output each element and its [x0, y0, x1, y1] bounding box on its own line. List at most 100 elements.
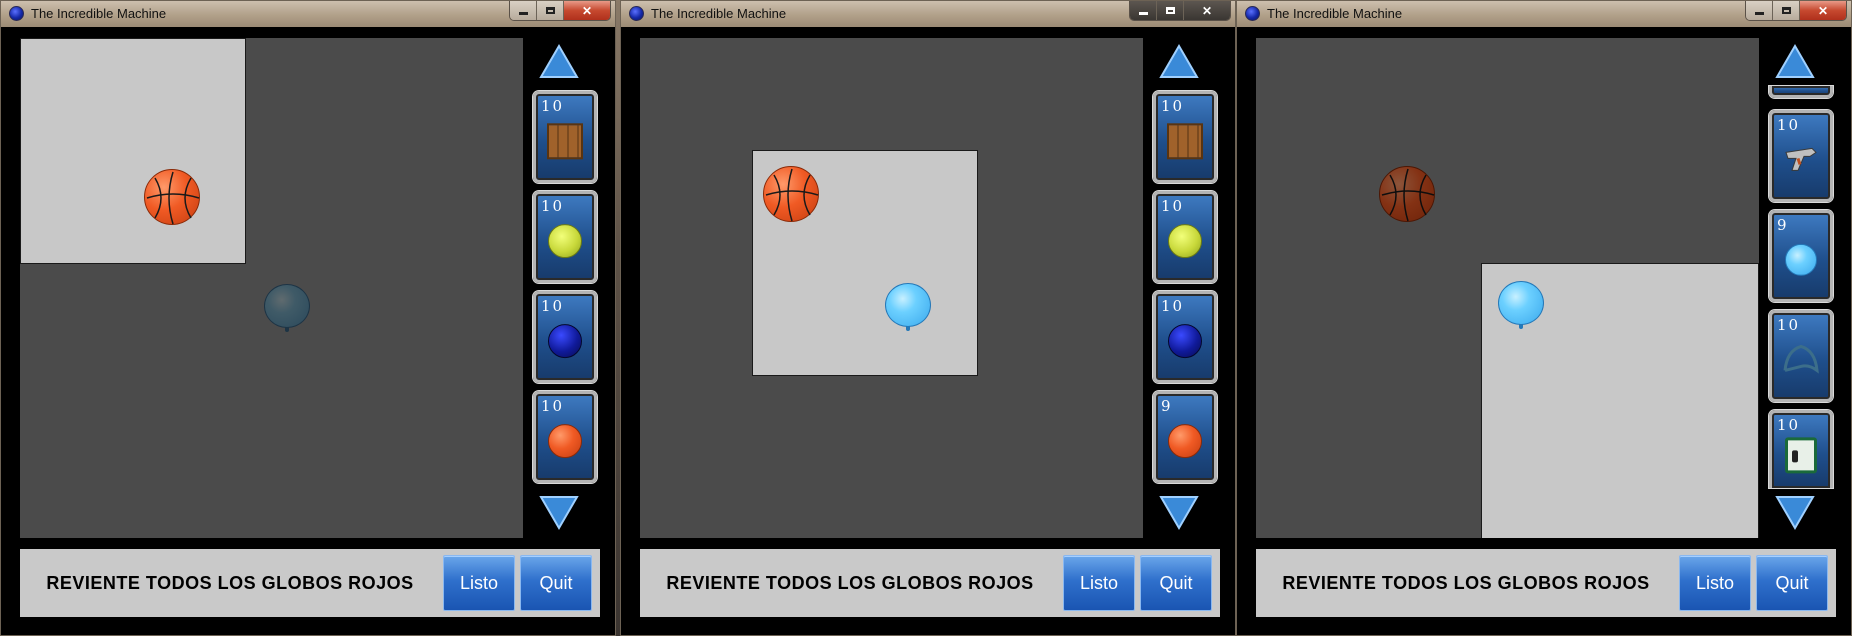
palette-slot[interactable]: 10	[1153, 291, 1217, 383]
palette-slot[interactable]: 10	[1153, 91, 1217, 183]
tennis-ball-icon	[548, 224, 582, 259]
close-icon: ✕	[1817, 3, 1829, 18]
game-window-3: The Incredible Machine ✕ 10 9 10 10 REVI…	[1236, 0, 1852, 636]
palette-slot[interactable]: 10	[1769, 410, 1833, 488]
maximize-button[interactable]	[537, 1, 564, 20]
palette-slot[interactable]: 10	[1769, 110, 1833, 202]
game-window-1: The Incredible Machine ✕ 10 10 10 10 REV…	[0, 0, 616, 636]
maximize-icon	[545, 7, 555, 14]
palette-slot[interactable]: 10	[1769, 310, 1833, 402]
basketball-lines	[146, 171, 200, 225]
listo-button[interactable]: Listo	[1063, 555, 1135, 611]
scroll-up-button[interactable]	[1159, 43, 1199, 81]
play-area[interactable]	[640, 38, 1143, 538]
goal-text: REVIENTE TODOS LOS GLOBOS ROJOS	[46, 573, 414, 593]
close-icon: ✕	[581, 3, 593, 18]
palette-slot[interactable]: 9	[1769, 210, 1833, 302]
scroll-up-button[interactable]	[539, 43, 579, 81]
balloon-knot	[285, 327, 289, 332]
maximize-button[interactable]	[1157, 1, 1184, 20]
bottom-bar: REVIENTE TODOS LOS GLOBOS ROJOS Listo Qu…	[20, 549, 600, 617]
window-title: The Incredible Machine	[31, 6, 167, 21]
palette-slot-partial[interactable]	[1769, 86, 1833, 98]
maximize-button[interactable]	[1773, 1, 1800, 20]
balloon[interactable]	[1498, 281, 1544, 329]
quit-button[interactable]: Quit	[1140, 555, 1212, 611]
close-button[interactable]: ✕	[1184, 1, 1230, 20]
palette-slot[interactable]: 10	[533, 391, 597, 483]
balloon[interactable]	[264, 284, 310, 332]
wood-crate-icon	[547, 123, 583, 160]
revolver-icon	[1782, 140, 1820, 181]
minimize-icon	[518, 11, 528, 15]
bottom-bar: REVIENTE TODOS LOS GLOBOS ROJOS Listo Qu…	[640, 549, 1220, 617]
minimize-button[interactable]	[1130, 1, 1157, 20]
tennis-ball-icon	[1168, 224, 1202, 259]
window-controls: ✕	[1129, 1, 1231, 21]
slot-count: 10	[541, 97, 565, 115]
bowling-ball-icon	[548, 324, 582, 359]
palette-slot[interactable]: 9	[1153, 391, 1217, 483]
basketball-lines	[765, 168, 819, 222]
balloon-knot	[906, 326, 910, 331]
minimize-button[interactable]	[510, 1, 537, 20]
slot-count: 10	[1161, 297, 1185, 315]
bottom-bar: REVIENTE TODOS LOS GLOBOS ROJOS Listo Qu…	[1256, 549, 1836, 617]
slot-count: 9	[1777, 216, 1789, 234]
basketball[interactable]	[1379, 166, 1435, 222]
quit-button[interactable]: Quit	[520, 555, 592, 611]
listo-button[interactable]: Listo	[443, 555, 515, 611]
close-button[interactable]: ✕	[1800, 1, 1846, 20]
maximize-icon	[1165, 7, 1175, 14]
quit-button[interactable]: Quit	[1756, 555, 1828, 611]
balloon[interactable]	[885, 283, 931, 331]
slot-count: 10	[541, 397, 565, 415]
minimize-icon	[1754, 11, 1764, 15]
balloon-knot	[1519, 324, 1523, 329]
slot-count: 10	[1777, 316, 1801, 334]
palette-slot[interactable]: 10	[533, 91, 597, 183]
bowling-ball-icon	[1168, 324, 1202, 359]
parts-palette: 10 10 10 9	[1147, 38, 1227, 538]
scroll-down-button[interactable]	[539, 493, 579, 531]
slot-count: 10	[541, 197, 565, 215]
slot-count: 10	[1161, 97, 1185, 115]
close-button[interactable]: ✕	[564, 1, 610, 20]
basketball[interactable]	[763, 166, 819, 222]
parts-palette: 10 10 10 10	[527, 38, 607, 538]
minimize-icon	[1138, 11, 1148, 15]
basketball[interactable]	[144, 169, 200, 225]
app-icon	[629, 6, 644, 21]
parts-palette: 10 9 10 10	[1763, 38, 1843, 538]
scroll-down-button[interactable]	[1159, 493, 1199, 531]
scroll-up-button[interactable]	[1775, 43, 1815, 81]
close-icon: ✕	[1201, 3, 1213, 18]
minimize-button[interactable]	[1746, 1, 1773, 20]
app-icon	[1245, 6, 1260, 21]
palette-slot[interactable]: 10	[1153, 191, 1217, 283]
goal-text: REVIENTE TODOS LOS GLOBOS ROJOS	[666, 573, 1034, 593]
window-title: The Incredible Machine	[651, 6, 787, 21]
play-area[interactable]	[1256, 38, 1759, 538]
selection-panel	[20, 38, 246, 264]
slot-count: 10	[1777, 116, 1801, 134]
listo-button[interactable]: Listo	[1679, 555, 1751, 611]
scroll-down-button[interactable]	[1775, 493, 1815, 531]
palette-slot[interactable]: 10	[533, 191, 597, 283]
maximize-icon	[1781, 7, 1791, 14]
palette-slot[interactable]: 10	[533, 291, 597, 383]
basketball-lines	[1381, 168, 1435, 222]
basketball-icon	[1168, 424, 1202, 459]
basketball-icon	[548, 424, 582, 459]
slot-count: 10	[1161, 197, 1185, 215]
slot-count: 10	[1777, 416, 1801, 434]
slot-count: 10	[541, 297, 565, 315]
goal-text: REVIENTE TODOS LOS GLOBOS ROJOS	[1282, 573, 1650, 593]
app-icon	[9, 6, 24, 21]
balloon-icon	[1785, 243, 1817, 276]
play-area[interactable]	[20, 38, 523, 538]
wood-crate-icon	[1167, 123, 1203, 160]
game-window-2: The Incredible Machine ✕ 10 10 10 9 REVI…	[620, 0, 1236, 636]
window-title: The Incredible Machine	[1267, 6, 1403, 21]
window-controls: ✕	[509, 1, 611, 21]
